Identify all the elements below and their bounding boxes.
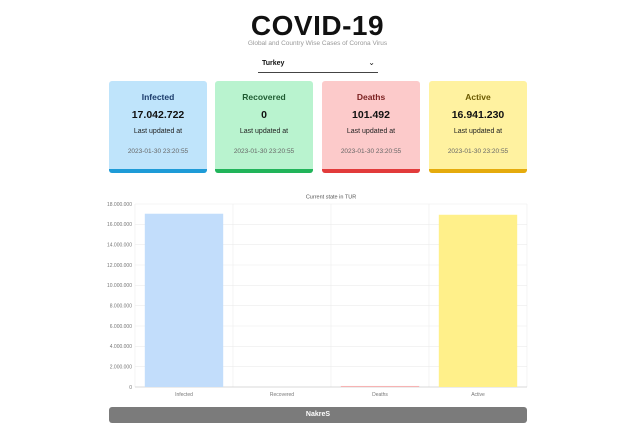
y-tick-label: 16.000.000 [107,222,132,228]
bar-deaths[interactable] [340,385,420,387]
x-tick-label: Active [471,392,485,398]
y-tick-label: 12.000.000 [107,263,132,269]
card-title: Deaths [356,92,386,102]
y-tick-label: 14.000.000 [107,242,132,248]
page-subtitle: Global and Country Wise Cases of Corona … [247,40,388,47]
card-updated-label: Last updated at [133,128,183,135]
bar-infected[interactable] [144,213,224,387]
page-header: COVID-19 Global and Country Wise Cases o… [0,10,635,47]
x-tick-label: Recovered [270,392,294,398]
chart-title: Current state in TUR [306,195,356,201]
card-timestamp: 2023-01-30 23:20:55 [447,148,509,155]
card-accent-bar [109,169,207,173]
y-tick-label: 4.000.000 [110,344,132,350]
card-updated-label: Last updated at [346,128,396,135]
y-tick-label: 10.000.000 [107,283,132,289]
card-value: 17.042.722 [131,109,185,121]
chevron-down-icon: ⌄ [368,58,375,67]
card-accent-bar [215,169,313,173]
y-tick-label: 8.000.000 [110,303,132,309]
country-select[interactable]: Turkey ⌄ [258,57,378,73]
country-select-value: Turkey [262,60,285,67]
card-timestamp: 2023-01-30 23:20:55 [127,148,189,155]
card-updated-label: Last updated at [239,128,289,135]
card-timestamp: 2023-01-30 23:20:55 [340,148,402,155]
bar-chart: Current state in TUR 0 2.000.000 4.000.000 6… [100,190,535,402]
y-tick-label: 6.000.000 [110,324,132,330]
infected-card: Infected 17.042.722 Last updated at 2023… [109,81,207,173]
card-value: 0 [261,109,267,121]
x-tick-label: Deaths [372,392,388,398]
chart-canvas: Current state in TUR 0 2.000.000 4.000.000 6… [107,195,528,398]
page-title: COVID-19 [250,10,385,41]
footer-author-button[interactable]: NakreS [109,407,527,423]
card-accent-bar [429,169,527,173]
card-title: Infected [141,92,175,102]
bar-active[interactable] [438,214,518,387]
y-tick-label: 0 [129,385,132,391]
x-tick-label: Infected [175,392,193,398]
recovered-card: Recovered 0 Last updated at 2023-01-30 2… [215,81,313,173]
card-updated-label: Last updated at [453,128,503,135]
deaths-card: Deaths 101.492 Last updated at 2023-01-3… [322,81,420,173]
card-value: 101.492 [352,109,390,121]
card-title: Active [465,92,491,102]
y-tick-label: 2.000.000 [110,364,132,370]
y-tick-label: 18.000.000 [107,202,132,208]
active-card: Active 16.941.230 Last updated at 2023-0… [429,81,527,173]
card-title: Recovered [242,92,286,102]
card-timestamp: 2023-01-30 23:20:55 [233,148,295,155]
card-accent-bar [322,169,420,173]
card-value: 16.941.230 [451,109,505,121]
